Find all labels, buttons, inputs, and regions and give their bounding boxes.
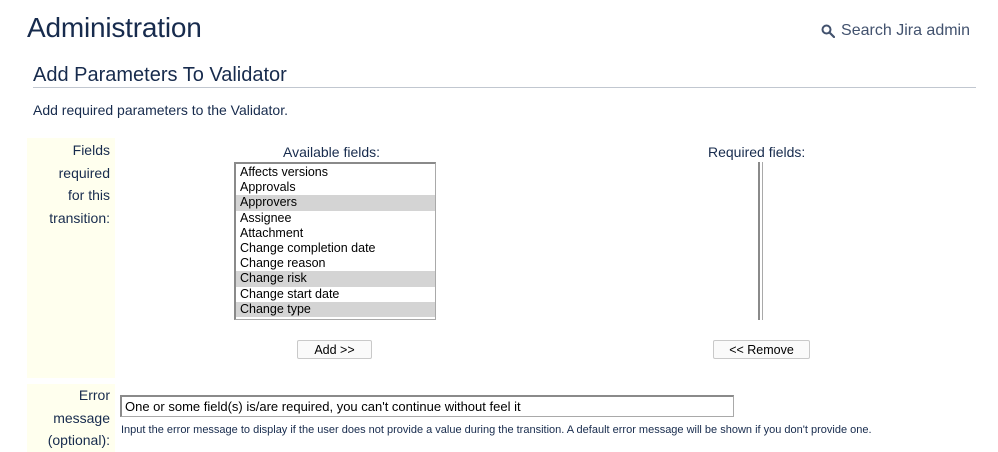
label-line: for this [67,187,110,203]
label-line: Fields [72,142,110,158]
available-field-option[interactable]: Approvals [239,180,435,195]
label-line: message [53,409,110,426]
available-field-option[interactable]: Affects versions [239,165,435,180]
available-field-option[interactable]: Attachment [239,226,435,241]
error-message-label: Error message (optional): [27,384,115,452]
required-fields-heading: Required fields: [708,144,806,160]
section-divider [33,87,976,88]
error-message-hint: Input the error message to display if th… [121,424,872,436]
available-field-option[interactable]: Change risk [236,271,435,287]
add-button[interactable]: Add >> [297,340,372,359]
remove-button[interactable]: << Remove [713,340,810,359]
available-field-option[interactable]: Change completion date [239,241,435,256]
label-line: required [58,164,110,181]
available-field-option[interactable]: Change reason [239,256,435,271]
available-field-option[interactable]: Change start date [239,287,435,302]
section-intro: Add required parameters to the Validator… [33,102,289,118]
available-field-option[interactable]: Approvers [236,195,435,211]
required-fields-listbox[interactable] [758,162,763,320]
section-title: Add Parameters To Validator [33,64,287,86]
search-jira-admin-link[interactable]: Search Jira admin [821,22,970,40]
label-line: transition: [49,209,110,226]
label-line: Error [78,387,110,403]
error-message-input[interactable] [120,395,734,417]
available-field-option[interactable]: Change type [236,301,435,318]
fields-required-label: Fields required for this transition: [27,138,115,378]
page-title: Administration [27,12,202,43]
available-fields-heading: Available fields: [283,144,381,160]
label-line: (optional): [47,432,110,448]
available-field-option[interactable]: Assignee [239,211,435,226]
search-link-label: Search Jira admin [841,22,970,39]
search-icon [821,24,836,38]
available-fields-listbox[interactable]: Affects versions Approvals Approvers Assign… [234,162,436,320]
